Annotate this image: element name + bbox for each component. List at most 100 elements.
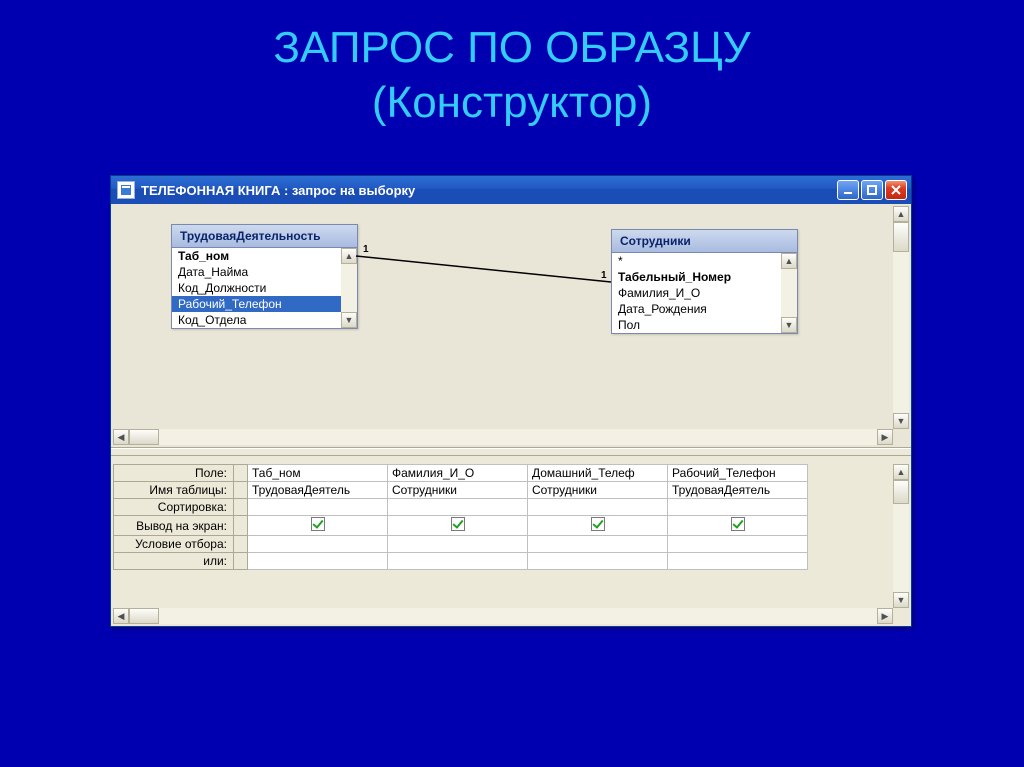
grid-cell[interactable] (528, 553, 668, 570)
scroll-left-icon[interactable]: ◀ (113, 608, 129, 624)
column-selector[interactable] (234, 482, 248, 499)
grid-cell[interactable] (668, 499, 808, 516)
grid-hscroll[interactable]: ◀ ▶ (113, 608, 893, 624)
scroll-right-icon[interactable]: ▶ (877, 608, 893, 624)
scroll-up-icon[interactable]: ▲ (893, 464, 909, 480)
grid-row-or: или: (114, 553, 808, 570)
grid-cell[interactable] (248, 536, 388, 553)
list-item[interactable]: Фамилия_И_О (612, 285, 781, 301)
relationship-pane[interactable]: ТрудоваяДеятельность Таб_ном Дата_Найма … (111, 204, 911, 448)
list-item-selected[interactable]: Рабочий_Телефон (172, 296, 341, 312)
list-item[interactable]: Таб_ном (172, 248, 341, 264)
column-selector[interactable] (234, 553, 248, 570)
pane-splitter[interactable] (111, 448, 911, 456)
scroll-down-icon[interactable]: ▼ (341, 312, 357, 328)
grid-cell[interactable] (388, 553, 528, 570)
scroll-up-icon[interactable]: ▲ (893, 206, 909, 222)
grid-row-sort: Сортировка: (114, 499, 808, 516)
grid-cell[interactable] (528, 536, 668, 553)
column-selector[interactable] (234, 516, 248, 536)
field-list-scrollbar[interactable]: ▲ ▼ (341, 248, 357, 328)
pane-vscroll[interactable]: ▲ ▼ (893, 206, 909, 429)
grid-cell[interactable]: Рабочий_Телефон (668, 465, 808, 482)
relationship-label-left: 1 (363, 244, 369, 255)
minimize-button[interactable] (837, 180, 859, 200)
table-header-left[interactable]: ТрудоваяДеятельность (172, 225, 357, 248)
row-label: Поле: (114, 465, 234, 482)
grid-row-criteria: Условие отбора: (114, 536, 808, 553)
grid-cell[interactable]: Таб_ном (248, 465, 388, 482)
grid-cell[interactable]: ТрудоваяДеятель (248, 482, 388, 499)
grid-cell[interactable] (668, 536, 808, 553)
scroll-down-icon[interactable]: ▼ (781, 317, 797, 333)
field-list-scrollbar[interactable]: ▲ ▼ (781, 253, 797, 333)
scroll-track[interactable] (781, 269, 797, 317)
scroll-down-icon[interactable]: ▼ (893, 413, 909, 429)
relationship-label-right: 1 (601, 270, 607, 281)
grid-cell[interactable]: Фамилия_И_О (388, 465, 528, 482)
field-list-left[interactable]: Таб_ном Дата_Найма Код_Должности Рабочий… (172, 248, 341, 328)
row-label: или: (114, 553, 234, 570)
scroll-thumb[interactable] (893, 222, 909, 252)
grid-cell[interactable] (248, 499, 388, 516)
slide-title-line1: ЗАПРОС ПО ОБРАЗЦУ (273, 23, 750, 72)
scroll-track[interactable] (159, 608, 877, 624)
grid-cell-checkbox[interactable] (668, 516, 808, 536)
maximize-button[interactable] (861, 180, 883, 200)
grid-cell[interactable] (528, 499, 668, 516)
scroll-thumb[interactable] (129, 608, 159, 624)
grid-cell[interactable]: Сотрудники (528, 482, 668, 499)
scroll-down-icon[interactable]: ▼ (893, 592, 909, 608)
grid-cell[interactable]: Домашний_Телеф (528, 465, 668, 482)
field-list-right[interactable]: * Табельный_Номер Фамилия_И_О Дата_Рожде… (612, 253, 781, 333)
checkbox-icon[interactable] (451, 517, 465, 531)
list-item[interactable]: Дата_Найма (172, 264, 341, 280)
close-button[interactable] (885, 180, 907, 200)
row-label: Сортировка: (114, 499, 234, 516)
scroll-track[interactable] (893, 504, 909, 592)
grid-cell[interactable] (388, 536, 528, 553)
list-item[interactable]: * (612, 253, 781, 269)
grid-cell[interactable] (248, 553, 388, 570)
grid-row-field: Поле: Таб_ном Фамилия_И_О Домашний_Телеф… (114, 465, 808, 482)
scroll-right-icon[interactable]: ▶ (877, 429, 893, 445)
list-item[interactable]: Дата_Рождения (612, 301, 781, 317)
list-item[interactable]: Пол (612, 317, 781, 333)
checkbox-icon[interactable] (311, 517, 325, 531)
checkbox-icon[interactable] (731, 517, 745, 531)
table-box-left[interactable]: ТрудоваяДеятельность Таб_ном Дата_Найма … (171, 224, 358, 329)
row-label: Условие отбора: (114, 536, 234, 553)
scroll-track[interactable] (341, 264, 357, 312)
list-item[interactable]: Код_Отдела (172, 312, 341, 328)
relationship-line[interactable] (356, 252, 611, 292)
grid-cell[interactable]: Сотрудники (388, 482, 528, 499)
grid-cell-checkbox[interactable] (528, 516, 668, 536)
scroll-track[interactable] (893, 252, 909, 413)
column-selector[interactable] (234, 499, 248, 516)
grid-cell-checkbox[interactable] (388, 516, 528, 536)
table-box-right[interactable]: Сотрудники * Табельный_Номер Фамилия_И_О… (611, 229, 798, 334)
scroll-up-icon[interactable]: ▲ (781, 253, 797, 269)
window-title: ТЕЛЕФОННАЯ КНИГА : запрос на выборку (141, 183, 837, 198)
scroll-thumb[interactable] (129, 429, 159, 445)
scroll-track[interactable] (159, 429, 877, 445)
list-item[interactable]: Табельный_Номер (612, 269, 781, 285)
grid-vscroll[interactable]: ▲ ▼ (893, 464, 909, 608)
column-selector[interactable] (234, 465, 248, 482)
pane-hscroll[interactable]: ◀ ▶ (113, 429, 893, 445)
scroll-left-icon[interactable]: ◀ (113, 429, 129, 445)
scroll-up-icon[interactable]: ▲ (341, 248, 357, 264)
table-header-right[interactable]: Сотрудники (612, 230, 797, 253)
grid-cell-checkbox[interactable] (248, 516, 388, 536)
grid-cell[interactable] (388, 499, 528, 516)
grid-cell[interactable]: ТрудоваяДеятель (668, 482, 808, 499)
checkbox-icon[interactable] (591, 517, 605, 531)
grid-cell[interactable] (668, 553, 808, 570)
row-label: Вывод на экран: (114, 516, 234, 536)
scroll-thumb[interactable] (893, 480, 909, 504)
titlebar[interactable]: ТЕЛЕФОННАЯ КНИГА : запрос на выборку (111, 176, 911, 204)
design-grid[interactable]: Поле: Таб_ном Фамилия_И_О Домашний_Телеф… (113, 464, 808, 570)
column-selector[interactable] (234, 536, 248, 553)
list-item[interactable]: Код_Должности (172, 280, 341, 296)
row-label: Имя таблицы: (114, 482, 234, 499)
